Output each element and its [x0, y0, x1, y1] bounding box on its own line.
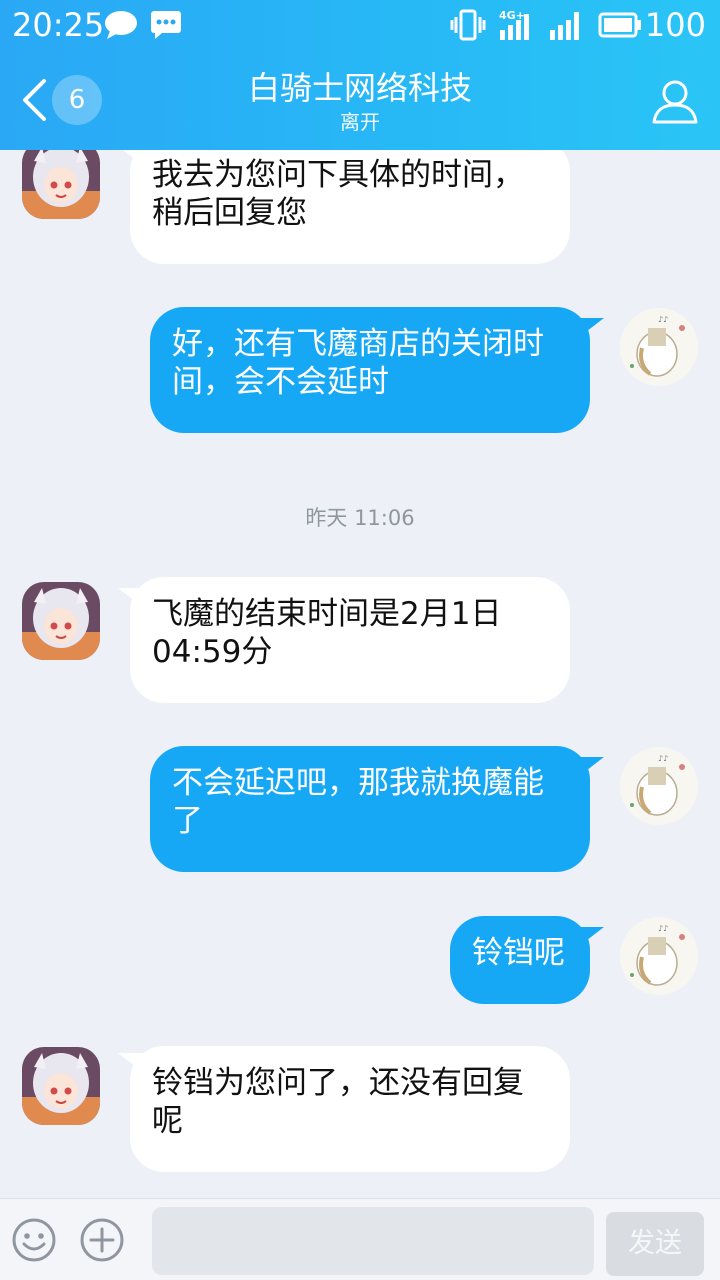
profile-icon[interactable] [650, 76, 700, 126]
my-avatar[interactable]: ♪♪ [620, 747, 698, 825]
message-text-line: 04:59分 [152, 634, 273, 670]
signal-4g-icon: 4G+ [499, 9, 529, 40]
message-input[interactable] [152, 1207, 594, 1275]
add-attachment-icon[interactable] [79, 1217, 125, 1263]
anime-girl-avatar-icon [22, 150, 100, 219]
cat-doodle-avatar-icon: ♪♪ [620, 917, 698, 995]
status-time: 20:25 [12, 6, 105, 44]
message-text-line: 铃铛呢 [472, 935, 565, 971]
my-avatar[interactable]: ♪♪ [620, 308, 698, 386]
incoming-message-bubble[interactable]: 我去为您问下具体的时间， 稍后回复您 [130, 150, 570, 264]
message-text-line: 呢 [152, 1103, 183, 1139]
presence-status: 离开 [340, 110, 380, 134]
svg-text:♪♪: ♪♪ [658, 315, 668, 324]
incoming-message-bubble[interactable]: 飞魔的结束时间是2月1日 04:59分 [130, 577, 570, 703]
anime-girl-avatar-icon [22, 582, 100, 660]
outgoing-message-bubble[interactable]: 不会延迟吧，那我就换魔能 了 [150, 746, 590, 872]
my-avatar[interactable]: ♪♪ [620, 917, 698, 995]
message-text-line: 间，会不会延时 [172, 364, 389, 400]
contact-avatar[interactable] [22, 150, 100, 219]
message-text-line: 好，还有飞魔商店的关闭时 [172, 326, 544, 362]
anime-girl-avatar-icon [22, 1047, 100, 1125]
svg-text:4G+: 4G+ [499, 9, 525, 22]
svg-text:♪♪: ♪♪ [658, 754, 668, 763]
message-timestamp: 昨天 11:06 [305, 506, 415, 530]
battery-level: 100 [644, 6, 706, 44]
send-button[interactable]: 发送 [606, 1212, 704, 1276]
bubble-tail [578, 318, 604, 338]
cat-doodle-avatar-icon: ♪♪ [620, 308, 698, 386]
contact-avatar[interactable] [22, 1047, 100, 1125]
message-input-bar: 发送 [0, 1198, 720, 1280]
signal-bars-icon [550, 12, 579, 40]
chat-notification-icon [105, 11, 137, 39]
message-text-line: 飞魔的结束时间是2月1日 [152, 596, 502, 632]
status-bar: 20:25 4G+ 100 [0, 0, 720, 50]
message-text-line: 铃铛为您问了，还没有回复 [152, 1065, 524, 1101]
battery-icon [598, 12, 641, 38]
message-text-line: 稍后回复您 [152, 195, 307, 231]
vibrate-icon [450, 9, 486, 41]
chat-title: 白骑士网络科技 [247, 69, 472, 107]
header: 20:25 4G+ 100 6 白骑士网络科技 离开 [0, 0, 720, 150]
message-text-line: 我去为您问下具体的时间， [152, 157, 524, 193]
bubble-tail [578, 927, 604, 947]
message-text-line: 不会延迟吧，那我就换魔能 [172, 765, 544, 801]
nav-bar: 6 白骑士网络科技 离开 [0, 50, 720, 150]
message-text-line: 了 [172, 803, 203, 839]
bubble-tail [578, 757, 604, 777]
incoming-message-bubble[interactable]: 铃铛为您问了，还没有回复 呢 [130, 1046, 570, 1172]
outgoing-message-bubble[interactable]: 铃铛呢 [450, 916, 590, 1004]
contact-avatar[interactable] [22, 582, 100, 660]
svg-text:♪♪: ♪♪ [658, 924, 668, 933]
message-list[interactable]: 我去为您问下具体的时间， 稍后回复您 好，还有飞魔商店的关闭时 间，会不会延时 … [0, 150, 720, 1198]
sms-notification-icon [151, 11, 181, 39]
outgoing-message-bubble[interactable]: 好，还有飞魔商店的关闭时 间，会不会延时 [150, 307, 590, 433]
cat-doodle-avatar-icon: ♪♪ [620, 747, 698, 825]
emoji-icon[interactable] [11, 1217, 57, 1263]
